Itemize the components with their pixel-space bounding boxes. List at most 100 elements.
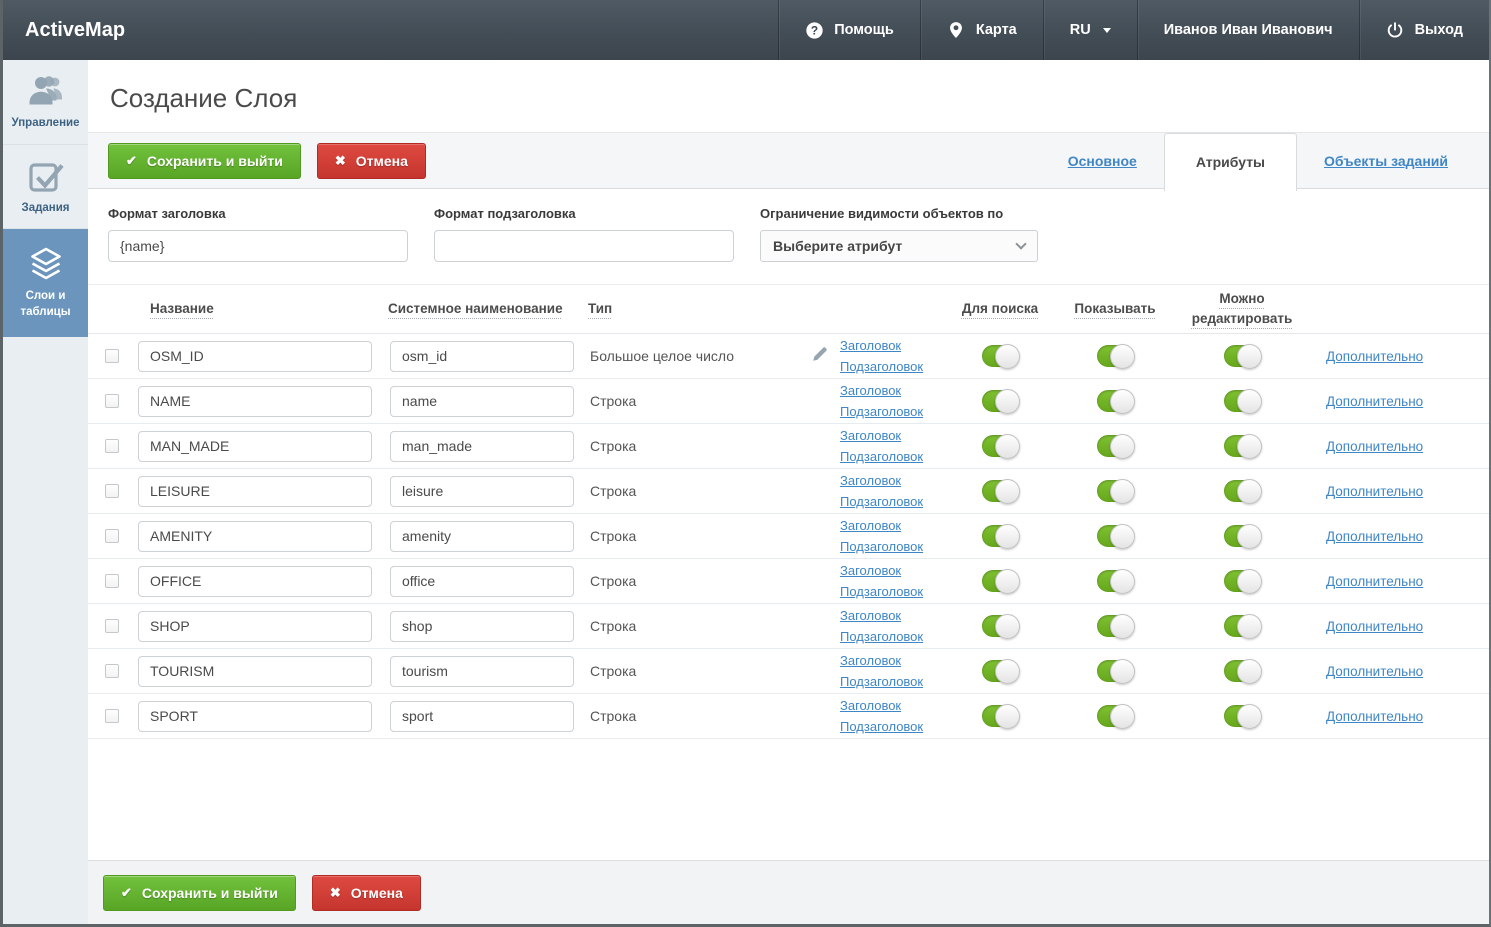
attr-system-input[interactable]: [390, 341, 574, 372]
show-toggle[interactable]: [1097, 705, 1134, 727]
tab-attributes[interactable]: Атрибуты: [1164, 133, 1297, 191]
sidebar-item-management[interactable]: Управление: [3, 60, 88, 145]
attr-name-input[interactable]: [138, 386, 372, 417]
show-toggle[interactable]: [1097, 615, 1134, 637]
attr-system-input[interactable]: [390, 566, 574, 597]
subheader-link[interactable]: Подзаголовок: [840, 671, 923, 692]
more-link[interactable]: Дополнительно: [1326, 664, 1423, 679]
show-toggle[interactable]: [1097, 480, 1134, 502]
show-toggle[interactable]: [1097, 660, 1134, 682]
header-link[interactable]: Заголовок: [840, 470, 901, 491]
attr-system-input[interactable]: [390, 656, 574, 687]
subheader-link[interactable]: Подзаголовок: [840, 716, 923, 737]
more-link[interactable]: Дополнительно: [1326, 619, 1423, 634]
search-toggle[interactable]: [982, 705, 1019, 727]
attr-name-input[interactable]: [138, 431, 372, 462]
attr-name-input[interactable]: [138, 611, 372, 642]
more-link[interactable]: Дополнительно: [1326, 529, 1423, 544]
sidebar-item-tasks[interactable]: Задания: [3, 145, 88, 230]
row-checkbox[interactable]: [105, 484, 119, 498]
search-toggle[interactable]: [982, 435, 1019, 457]
save-exit-button-bottom[interactable]: ✔ Сохранить и выйти: [103, 875, 296, 911]
map-button[interactable]: Карта: [920, 0, 1043, 60]
tab-main[interactable]: Основное: [1041, 153, 1164, 169]
more-link[interactable]: Дополнительно: [1326, 394, 1423, 409]
attr-name-input[interactable]: [138, 566, 372, 597]
more-link[interactable]: Дополнительно: [1326, 439, 1423, 454]
show-toggle[interactable]: [1097, 345, 1134, 367]
header-link[interactable]: Заголовок: [840, 650, 901, 671]
tab-task-objects[interactable]: Объекты заданий: [1297, 153, 1475, 169]
row-checkbox[interactable]: [105, 394, 119, 408]
edit-toggle[interactable]: [1224, 345, 1261, 367]
subtitle-format-input[interactable]: [434, 230, 734, 262]
cancel-button[interactable]: ✖ Отмена: [317, 143, 426, 179]
search-toggle[interactable]: [982, 525, 1019, 547]
more-link[interactable]: Дополнительно: [1326, 349, 1423, 364]
subheader-link[interactable]: Подзаголовок: [840, 401, 923, 422]
header-link[interactable]: Заголовок: [840, 515, 901, 536]
attr-system-input[interactable]: [390, 701, 574, 732]
attr-name-input[interactable]: [138, 521, 372, 552]
header-link[interactable]: Заголовок: [840, 335, 901, 356]
show-toggle[interactable]: [1097, 525, 1134, 547]
language-selector[interactable]: RU: [1043, 0, 1137, 60]
edit-toggle[interactable]: [1224, 705, 1261, 727]
attr-system-input[interactable]: [390, 476, 574, 507]
header-link[interactable]: Заголовок: [840, 380, 901, 401]
help-button[interactable]: ? Помощь: [778, 0, 920, 60]
attr-name-input[interactable]: [138, 476, 372, 507]
search-toggle[interactable]: [982, 615, 1019, 637]
edit-toggle[interactable]: [1224, 615, 1261, 637]
search-toggle[interactable]: [982, 390, 1019, 412]
edit-toggle[interactable]: [1224, 660, 1261, 682]
header-link[interactable]: Заголовок: [840, 605, 901, 626]
more-link[interactable]: Дополнительно: [1326, 574, 1423, 589]
edit-type-pencil-icon[interactable]: [810, 344, 830, 364]
attr-name-input[interactable]: [138, 341, 372, 372]
row-checkbox[interactable]: [105, 439, 119, 453]
attr-system-input[interactable]: [390, 521, 574, 552]
edit-toggle[interactable]: [1224, 525, 1261, 547]
subheader-link[interactable]: Подзаголовок: [840, 581, 923, 602]
title-format-input[interactable]: [108, 230, 408, 262]
subheader-link[interactable]: Подзаголовок: [840, 626, 923, 647]
attr-system-input[interactable]: [390, 386, 574, 417]
edit-toggle[interactable]: [1224, 435, 1261, 457]
row-checkbox[interactable]: [105, 664, 119, 678]
subheader-link[interactable]: Подзаголовок: [840, 536, 923, 557]
save-exit-button[interactable]: ✔ Сохранить и выйти: [108, 143, 301, 179]
header-link[interactable]: Заголовок: [840, 695, 901, 716]
header-link[interactable]: Заголовок: [840, 560, 901, 581]
edit-toggle[interactable]: [1224, 480, 1261, 502]
edit-toggle[interactable]: [1224, 390, 1261, 412]
row-checkbox[interactable]: [105, 709, 119, 723]
show-toggle[interactable]: [1097, 390, 1134, 412]
row-checkbox[interactable]: [105, 349, 119, 363]
attr-name-input[interactable]: [138, 701, 372, 732]
attr-name-input[interactable]: [138, 656, 372, 687]
more-link[interactable]: Дополнительно: [1326, 484, 1423, 499]
logout-button[interactable]: Выход: [1359, 0, 1489, 60]
show-toggle[interactable]: [1097, 570, 1134, 592]
search-toggle[interactable]: [982, 660, 1019, 682]
subheader-link[interactable]: Подзаголовок: [840, 446, 923, 467]
cancel-button-bottom[interactable]: ✖ Отмена: [312, 875, 421, 911]
show-toggle[interactable]: [1097, 435, 1134, 457]
search-toggle[interactable]: [982, 570, 1019, 592]
row-checkbox[interactable]: [105, 574, 119, 588]
search-toggle[interactable]: [982, 345, 1019, 367]
attr-system-input[interactable]: [390, 431, 574, 462]
attr-system-input[interactable]: [390, 611, 574, 642]
search-toggle[interactable]: [982, 480, 1019, 502]
row-checkbox[interactable]: [105, 619, 119, 633]
subheader-link[interactable]: Подзаголовок: [840, 356, 923, 377]
subheader-link[interactable]: Подзаголовок: [840, 491, 923, 512]
row-checkbox[interactable]: [105, 529, 119, 543]
user-menu[interactable]: Иванов Иван Иванович: [1137, 0, 1359, 60]
sidebar-item-layers-tables[interactable]: Слои и таблицы: [3, 229, 88, 337]
header-link[interactable]: Заголовок: [840, 425, 901, 446]
more-link[interactable]: Дополнительно: [1326, 709, 1423, 724]
visibility-attribute-select[interactable]: Выберите атрибут: [760, 230, 1038, 262]
edit-toggle[interactable]: [1224, 570, 1261, 592]
